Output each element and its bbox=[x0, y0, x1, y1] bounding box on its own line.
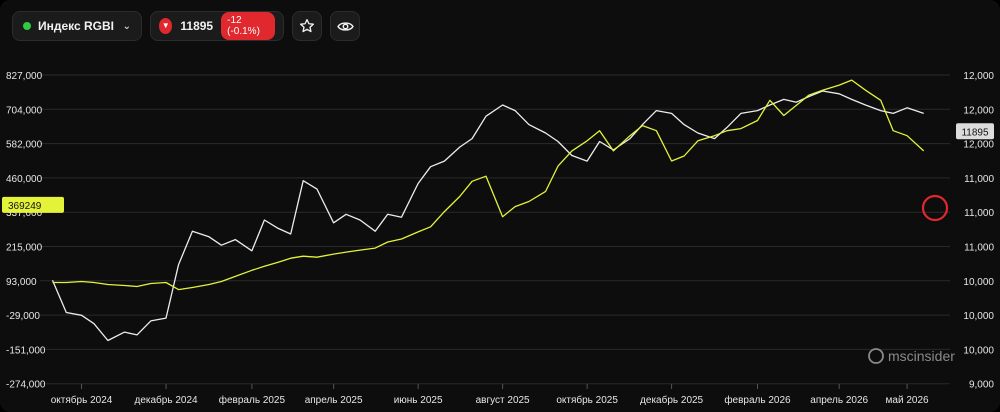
x-axis-tick: апрель 2025 bbox=[305, 395, 363, 406]
right-axis-tick: 12,000 bbox=[963, 140, 994, 151]
symbol-name: Индекс RGBI bbox=[38, 19, 115, 33]
chart-area[interactable]: 827,000 12,000 704,000 12,000 582,000 12,000 4… bbox=[0, 58, 1000, 412]
favorite-button[interactable] bbox=[292, 11, 322, 41]
x-axis-tick: февраль 2026 bbox=[724, 394, 791, 406]
toolbar: Индекс RGBI ⌄ ▼ 11895 -12 (-0.1%) bbox=[12, 10, 360, 42]
eye-icon bbox=[336, 21, 354, 31]
symbol-left: Индекс RGBI bbox=[23, 19, 114, 33]
down-arrow-glyph: ▼ bbox=[161, 21, 170, 30]
x-axis-tick: октябрь 2024 bbox=[51, 394, 113, 406]
left-axis-tick: 460,000 bbox=[6, 174, 43, 185]
down-arrow-icon: ▼ bbox=[159, 18, 173, 34]
chevron-down-icon: ⌄ bbox=[122, 20, 131, 32]
white-series-line bbox=[51, 90, 924, 342]
x-axis-tick: апрель 2026 bbox=[810, 395, 868, 406]
right-axis-tick: 12,000 bbox=[963, 105, 994, 116]
visibility-button[interactable] bbox=[330, 11, 360, 41]
yellow-series-line bbox=[52, 79, 925, 291]
left-axis-tick: -274,000 bbox=[6, 380, 46, 391]
x-axis-tick: февраль 2025 bbox=[219, 394, 286, 406]
left-axis-tick: -29,000 bbox=[6, 311, 40, 322]
price-display: ▼ 11895 -12 (-0.1%) bbox=[150, 11, 284, 41]
left-axis-tick: 215,000 bbox=[6, 243, 43, 254]
right-axis-tick: 11,000 bbox=[964, 174, 994, 185]
change-badge: -12 (-0.1%) bbox=[221, 12, 275, 40]
left-axis-tick: 704,000 bbox=[6, 105, 43, 116]
watermark-text: mscinsider bbox=[888, 348, 955, 364]
left-last-value-label: 369249 bbox=[8, 201, 42, 212]
left-axis-tick: -151,000 bbox=[6, 345, 46, 356]
x-axis-tick: июнь 2025 bbox=[394, 395, 443, 406]
symbol-selector[interactable]: Индекс RGBI ⌄ bbox=[12, 11, 142, 41]
x-axis-tick: декабрь 2024 bbox=[135, 394, 199, 406]
right-axis-tick: 11,000 bbox=[964, 243, 994, 254]
left-axis-tick: 93,000 bbox=[6, 277, 37, 288]
right-axis-tick: 12,000 bbox=[963, 71, 994, 82]
price-chart[interactable]: 827,000 12,000 704,000 12,000 582,000 12,000 4… bbox=[0, 58, 1000, 412]
x-axis-tick: октябрь 2025 bbox=[556, 394, 618, 406]
right-axis-tick: 11,000 bbox=[964, 208, 994, 219]
watermark-logo-icon bbox=[868, 348, 884, 364]
right-axis-tick: 10,000 bbox=[963, 345, 994, 356]
x-axis-tick: август 2025 bbox=[476, 395, 530, 406]
right-axis-tick: 9,000 bbox=[969, 380, 994, 391]
left-axis-tick: 827,000 bbox=[6, 71, 43, 82]
left-axis-tick: 582,000 bbox=[6, 140, 43, 151]
x-axis-tick: май 2026 bbox=[886, 395, 929, 406]
star-icon bbox=[300, 19, 314, 33]
right-axis-tick: 10,000 bbox=[963, 311, 994, 322]
watermark: mscinsider bbox=[868, 348, 955, 364]
chart-app: Индекс RGBI ⌄ ▼ 11895 -12 (-0.1%) 827,00… bbox=[0, 0, 1000, 412]
right-last-value-label: 11895 bbox=[961, 127, 989, 138]
highlight-circle bbox=[921, 194, 949, 222]
status-dot bbox=[23, 22, 31, 30]
last-price: 11895 bbox=[180, 19, 214, 33]
x-axis-tick: декабрь 2025 bbox=[640, 394, 704, 406]
right-axis-tick: 10,000 bbox=[963, 277, 994, 288]
